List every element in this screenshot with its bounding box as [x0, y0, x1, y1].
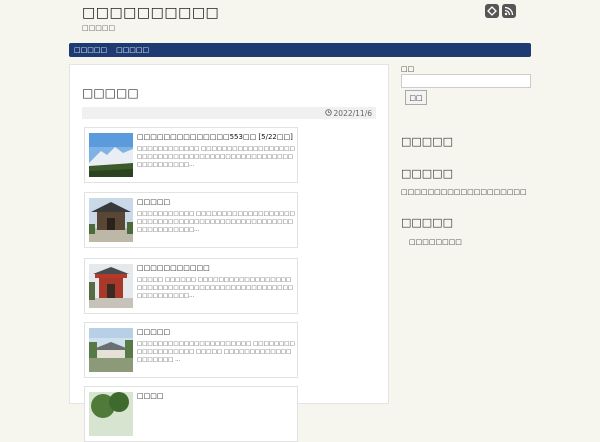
search-button[interactable]: □□ [405, 90, 427, 105]
post-thumbnail-mountain[interactable] [89, 133, 133, 177]
post-date-bar: 2022/11/6 [82, 107, 376, 119]
widget-link-archive[interactable]: □□□□□□□□ [409, 238, 462, 246]
post-title[interactable]: □□□□□□□□□□□□□□553□□ [5/22□□] [137, 133, 293, 141]
post-card[interactable]: □□□□□ □□□□□□□□□□□□□□□□□□□□□□ □□□□□□□□□□□… [84, 322, 298, 378]
site-description: □□□□□ [82, 24, 116, 32]
post-card[interactable]: □□□□□□□□□□□□□□553□□ [5/22□□] □□□□□□□□□□□… [84, 127, 298, 183]
main-content: □□□□□ 2022/11/6 □□□□□□□□□□□□□□553□□ [5/2… [69, 64, 389, 442]
social-links [485, 4, 516, 18]
post-card[interactable]: □□□□□□□□□□□ □□□□□ □□□□□□ □□□□□□□□□□□□□□□… [84, 258, 298, 314]
widget-title-comments: □□□□□ [401, 167, 453, 180]
page-title: □□□□□ [82, 86, 139, 100]
post-title[interactable]: □□□□□ [137, 328, 170, 336]
post-excerpt: □□□□□ □□□□□□ □□□□□□□□□□□□□□□□□□□□□□□□□□□… [137, 277, 293, 299]
widget-text-comments: □□□□□□□□□□□□□□□□□□□ [401, 188, 527, 196]
feedly-icon[interactable] [485, 4, 499, 18]
post-card[interactable]: □□□□ [84, 386, 298, 442]
main-nav: □□□□□ □□□□□ [69, 43, 531, 57]
site-title[interactable]: □□□□□□□□□□ [82, 5, 219, 21]
clock-icon [324, 108, 332, 118]
nav-item-home[interactable]: □□□□□ [69, 46, 107, 54]
widget-title-recent: □□□□□ [401, 135, 453, 148]
post-thumbnail-temple-hall[interactable] [89, 328, 133, 372]
post-excerpt: □□□□□□□□□□□□ □□□□□□□□□□□□□□□□□□□□□□□□□□□… [137, 146, 295, 168]
search-label: □□ [401, 65, 415, 73]
post-card[interactable]: □□□□□ □□□□□□□□□□□ □□□□□□□□□□□□□□□□□□□□□□… [84, 192, 298, 248]
rss-icon[interactable] [502, 4, 516, 18]
post-excerpt: □□□□□□□□□□□□□□□□□□□□□□ □□□□□□□□□□□□□□□□□… [137, 341, 295, 363]
post-thumbnail-shrine-gate[interactable] [89, 198, 133, 242]
nav-item-2[interactable]: □□□□□ [111, 46, 149, 54]
post-date: 2022/11/6 [333, 108, 372, 118]
post-thumbnail-tree[interactable] [89, 392, 133, 436]
post-title[interactable]: □□□□ [137, 392, 163, 400]
post-title[interactable]: □□□□□□□□□□□ [137, 264, 210, 272]
post-thumbnail-red-shrine[interactable] [89, 264, 133, 308]
post-title[interactable]: □□□□□ [137, 198, 170, 206]
widget-title-archive: □□□□□ [401, 216, 453, 229]
post-excerpt: □□□□□□□□□□□ □□□□□□□□□□□□□□□□□□□□□□□□□□□□… [137, 211, 295, 233]
search-input[interactable] [401, 74, 531, 88]
